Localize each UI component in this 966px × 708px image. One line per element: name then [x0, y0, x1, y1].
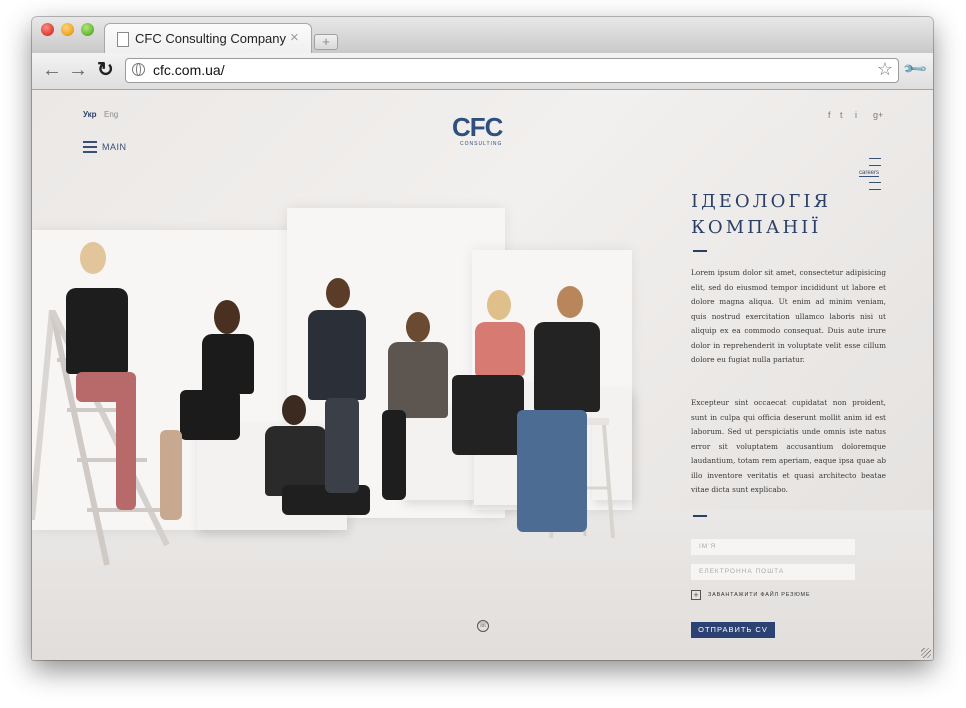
- side-nav-line[interactable]: [869, 165, 881, 166]
- cfc-logo[interactable]: CFC: [452, 112, 503, 143]
- url-text[interactable]: cfc.com.ua/: [153, 62, 225, 78]
- browser-toolbar: ← → ↻ cfc.com.ua/ ☆ 🔧: [32, 53, 933, 90]
- tab-close-icon[interactable]: ×: [290, 29, 299, 46]
- globe-icon: [132, 63, 145, 76]
- email-field[interactable]: ЕЛЕКТРОННА ПОШТА: [691, 564, 855, 580]
- logo-subtitle: CONSULTING: [460, 141, 503, 147]
- page-icon: [117, 32, 129, 47]
- tab-strip: CFC Consulting Company × +: [32, 17, 933, 54]
- close-window-icon[interactable]: [41, 23, 54, 36]
- submit-cv-button[interactable]: ОТПРАВИТЬ CV: [691, 622, 775, 638]
- minimize-window-icon[interactable]: [61, 23, 74, 36]
- phone-icon[interactable]: ☏: [477, 620, 489, 632]
- google-plus-icon[interactable]: g+: [873, 110, 883, 120]
- lang-eng[interactable]: Eng: [104, 110, 118, 119]
- page-heading: ІДЕОЛОГІЯ КОМПАНІЇ: [691, 189, 831, 241]
- intro-paragraph: Lorem ipsum dolor sit amet, consectetur …: [691, 268, 886, 364]
- address-bar[interactable]: cfc.com.ua/ ☆: [125, 58, 899, 83]
- forward-arrow-icon[interactable]: →: [68, 59, 88, 81]
- lang-ukr[interactable]: Укр: [83, 110, 97, 119]
- second-paragraph: Excepteur sint occaecat cupidatat non pr…: [691, 398, 886, 494]
- heading-line-1: ІДЕОЛОГІЯ: [691, 191, 831, 212]
- back-arrow-icon[interactable]: ←: [42, 59, 62, 81]
- plus-icon[interactable]: +: [691, 590, 701, 600]
- browser-tab[interactable]: CFC Consulting Company ×: [104, 23, 312, 54]
- side-nav-line[interactable]: [869, 158, 881, 159]
- careers-link[interactable]: careers: [859, 170, 880, 177]
- main-menu-label[interactable]: MAIN: [102, 142, 127, 152]
- name-placeholder: ІМ'Я: [699, 543, 717, 550]
- maximize-window-icon[interactable]: [81, 23, 94, 36]
- wrench-icon[interactable]: 🔧: [901, 55, 929, 83]
- heading-divider: [693, 250, 707, 252]
- hamburger-icon[interactable]: [83, 141, 97, 153]
- page-content: Укр Eng MAIN CFC CONSULTING f t i g+ car…: [32, 90, 933, 660]
- heading-line-2: КОМПАНІЇ: [691, 217, 822, 238]
- side-nav-line[interactable]: [869, 182, 881, 183]
- email-placeholder: ЕЛЕКТРОННА ПОШТА: [699, 568, 785, 575]
- side-nav-line[interactable]: [869, 189, 881, 190]
- tab-title: CFC Consulting Company: [135, 31, 287, 46]
- resize-grip-icon[interactable]: [921, 648, 931, 658]
- browser-window: CFC Consulting Company × + ← → ↻ cfc.com…: [32, 17, 933, 660]
- form-divider: [693, 515, 707, 517]
- star-icon[interactable]: ☆: [877, 59, 893, 80]
- new-tab-button[interactable]: +: [314, 34, 338, 50]
- twitter-icon[interactable]: t: [840, 110, 843, 120]
- name-field[interactable]: ІМ'Я: [691, 539, 855, 555]
- facebook-icon[interactable]: f: [828, 110, 831, 120]
- upload-resume-link[interactable]: ЗАВАНТАЖИТИ ФАЙЛ РЕЗЮМЕ: [708, 592, 810, 598]
- instagram-icon[interactable]: i: [855, 110, 857, 120]
- reload-icon[interactable]: ↻: [97, 59, 114, 81]
